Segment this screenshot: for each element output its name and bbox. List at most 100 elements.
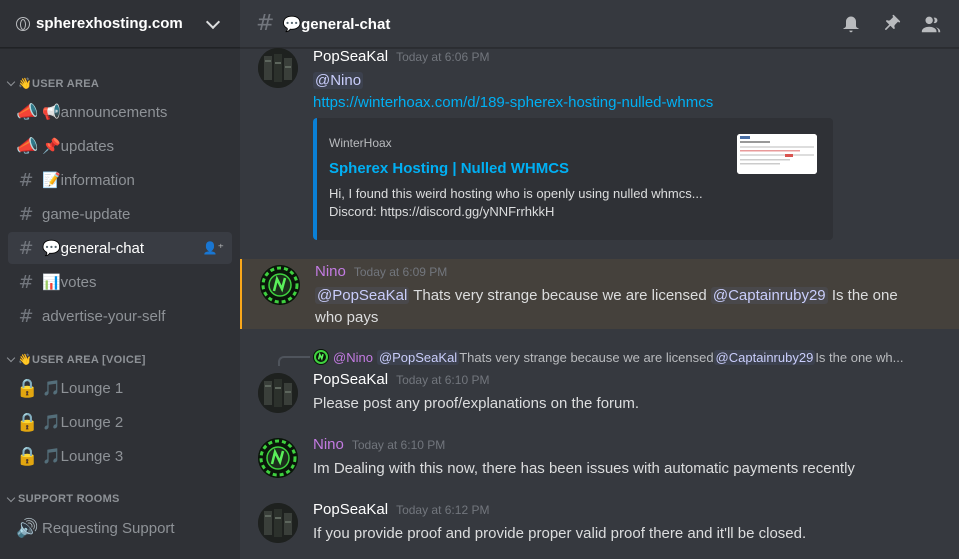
channel-label: advertise-your-self — [42, 307, 166, 325]
avatar[interactable] — [258, 48, 298, 88]
username[interactable]: PopSeaKal — [313, 501, 388, 518]
lock-icon: 🔒 — [16, 377, 39, 399]
channel-label: 🎵Lounge 3 — [42, 448, 124, 465]
channel-label: 📌updates — [42, 138, 115, 155]
message-content: @Nino — [313, 70, 959, 92]
chevron-down-icon[interactable] — [205, 14, 221, 29]
lock-icon: 🔒 — [16, 411, 39, 433]
timestamp: Today at 6:12 PM — [396, 503, 490, 517]
channel-information[interactable]: # 📝information — [8, 164, 232, 196]
channel-title: 💬general-chat — [282, 15, 391, 33]
channel-label: Requesting Support — [42, 519, 175, 537]
avatar[interactable] — [258, 503, 298, 543]
megaphone-icon: 📣 — [16, 101, 39, 123]
avatar[interactable] — [260, 265, 300, 305]
message-link[interactable]: https://winterhoax.com/d/189-spherex-hos… — [313, 94, 713, 111]
hash-icon: # — [18, 169, 34, 191]
message-header: PopSeaKal Today at 6:12 PM — [313, 501, 959, 523]
channel-label: 📊votes — [42, 274, 97, 291]
category-label: SUPPORT ROOMS — [18, 493, 120, 505]
channel-label: 💬general-chat — [42, 240, 145, 257]
category-support-rooms[interactable]: SUPPORT ROOMS — [0, 488, 240, 510]
message-item: PopSeaKal Today at 6:12 PM If you provid… — [240, 501, 959, 545]
channel-label: 📢announcements — [42, 104, 168, 121]
hash-icon: # — [18, 237, 34, 259]
channel-announcements[interactable]: 📣 📢announcements — [8, 96, 232, 128]
channel-votes[interactable]: # 📊votes — [8, 266, 232, 298]
channel-label: 📝information — [42, 172, 135, 189]
channel-header: # 💬general-chat — [240, 0, 959, 48]
user-mention[interactable]: @Captainruby29 — [713, 349, 816, 365]
voice-channel-lounge-1[interactable]: 🔒 🎵Lounge 1 — [8, 372, 232, 404]
message-header: PopSeaKal Today at 6:10 PM — [313, 371, 959, 393]
avatar — [313, 349, 329, 365]
reply-text: Thats very strange because we are licens… — [459, 349, 714, 365]
category-label: 👋USER AREA [VOICE] — [18, 353, 146, 366]
message-content: https://winterhoax.com/d/189-spherex-hos… — [313, 92, 959, 114]
message-item: PopSeaKal Today at 6:10 PM Please post a… — [240, 371, 959, 415]
message-item: Nino Today at 6:10 PM Im Dealing with th… — [240, 436, 959, 480]
channel-advertise-your-self[interactable]: # advertise-your-self — [8, 300, 232, 332]
message-item: PopSeaKal Today at 6:06 PM @Nino https:/… — [240, 48, 959, 240]
globe-icon — [16, 16, 30, 31]
username[interactable]: PopSeaKal — [313, 371, 388, 388]
pin-icon[interactable] — [879, 12, 903, 36]
category-label: 👋USER AREA — [18, 77, 100, 90]
add-member-icon[interactable]: 👤⁺ — [203, 241, 224, 255]
voice-channel-lounge-2[interactable]: 🔒 🎵Lounge 2 — [8, 406, 232, 438]
timestamp: Today at 6:10 PM — [351, 438, 446, 452]
username[interactable]: Nino — [315, 263, 346, 280]
message-content: Im Dealing with this now, there has been… — [313, 460, 855, 477]
chevron-down-icon — [6, 493, 16, 502]
server-header[interactable]: spherexhosting.com — [0, 0, 240, 48]
channel-label: 🎵Lounge 2 — [42, 414, 124, 431]
avatar[interactable] — [258, 438, 298, 478]
channel-updates[interactable]: 📣 📌updates — [8, 130, 232, 162]
hash-icon: # — [18, 271, 34, 293]
category-user-area-voice[interactable]: 👋USER AREA [VOICE] — [0, 348, 240, 370]
message-text: Is the one — [827, 287, 898, 304]
username[interactable]: PopSeaKal — [313, 48, 388, 65]
embed-thumbnail[interactable] — [737, 134, 817, 174]
link-embed: WinterHoax Spherex Hosting | Nulled WHMC… — [313, 118, 833, 240]
hash-icon: # — [256, 11, 275, 36]
timestamp: Today at 6:06 PM — [396, 50, 490, 64]
channel-sidebar: spherexhosting.com 👋USER AREA 📣 📢announc… — [0, 0, 240, 559]
bell-icon[interactable] — [839, 12, 863, 36]
channel-general-chat[interactable]: # 💬general-chat 👤⁺ — [8, 232, 232, 264]
timestamp: Today at 6:09 PM — [353, 265, 448, 279]
message-content: Please post any proof/explanations on th… — [313, 395, 640, 412]
chevron-down-icon — [6, 77, 16, 86]
message-content: @PopSeaKal Thats very strange because we… — [315, 285, 959, 307]
message-text: Thats very strange because we are licens… — [409, 287, 711, 304]
chevron-down-icon — [6, 353, 16, 362]
chat-main: # 💬general-chat PopSeaKal Today at 6:06 … — [240, 0, 959, 559]
avatar[interactable] — [258, 373, 298, 413]
embed-desc-line: Hi, I found this weird hosting who is op… — [329, 186, 703, 201]
voice-channel-requesting-support[interactable]: 🔊 Requesting Support — [8, 512, 232, 544]
user-mention[interactable]: @PopSeaKal — [315, 287, 410, 304]
channel-game-update[interactable]: # game-update — [8, 198, 232, 230]
voice-channel-lounge-3[interactable]: 🔒 🎵Lounge 3 — [8, 440, 232, 472]
message-content: If you provide proof and provide proper … — [313, 525, 807, 542]
message-content: who pays — [315, 307, 959, 329]
reply-preview[interactable]: @Nino @PopSeaKal Thats very strange beca… — [240, 348, 959, 366]
embed-desc-line: Discord: https://discord.gg/yNNFrrhkkH — [329, 204, 555, 219]
username[interactable]: Nino — [313, 436, 344, 453]
server-name: spherexhosting.com — [36, 15, 183, 32]
message-header: Nino Today at 6:09 PM — [315, 263, 959, 285]
embed-description: Hi, I found this weird hosting who is op… — [329, 185, 817, 221]
speaker-icon: 🔊 — [16, 517, 39, 539]
user-mention[interactable]: @Nino — [313, 72, 364, 89]
user-mention[interactable]: @PopSeaKal — [376, 349, 460, 365]
channel-label: 🎵Lounge 1 — [42, 380, 124, 397]
message-list: PopSeaKal Today at 6:06 PM @Nino https:/… — [240, 48, 959, 559]
reply-username[interactable]: @Nino — [333, 350, 373, 365]
megaphone-icon: 📣 — [16, 135, 39, 157]
message-item-highlighted: Nino Today at 6:09 PM @PopSeaKal Thats v… — [240, 259, 959, 329]
message-text: who pays — [315, 309, 379, 326]
category-user-area[interactable]: 👋USER AREA — [0, 72, 240, 94]
members-icon[interactable] — [919, 12, 943, 36]
user-mention[interactable]: @Captainruby29 — [710, 287, 828, 304]
hash-icon: # — [18, 305, 34, 327]
